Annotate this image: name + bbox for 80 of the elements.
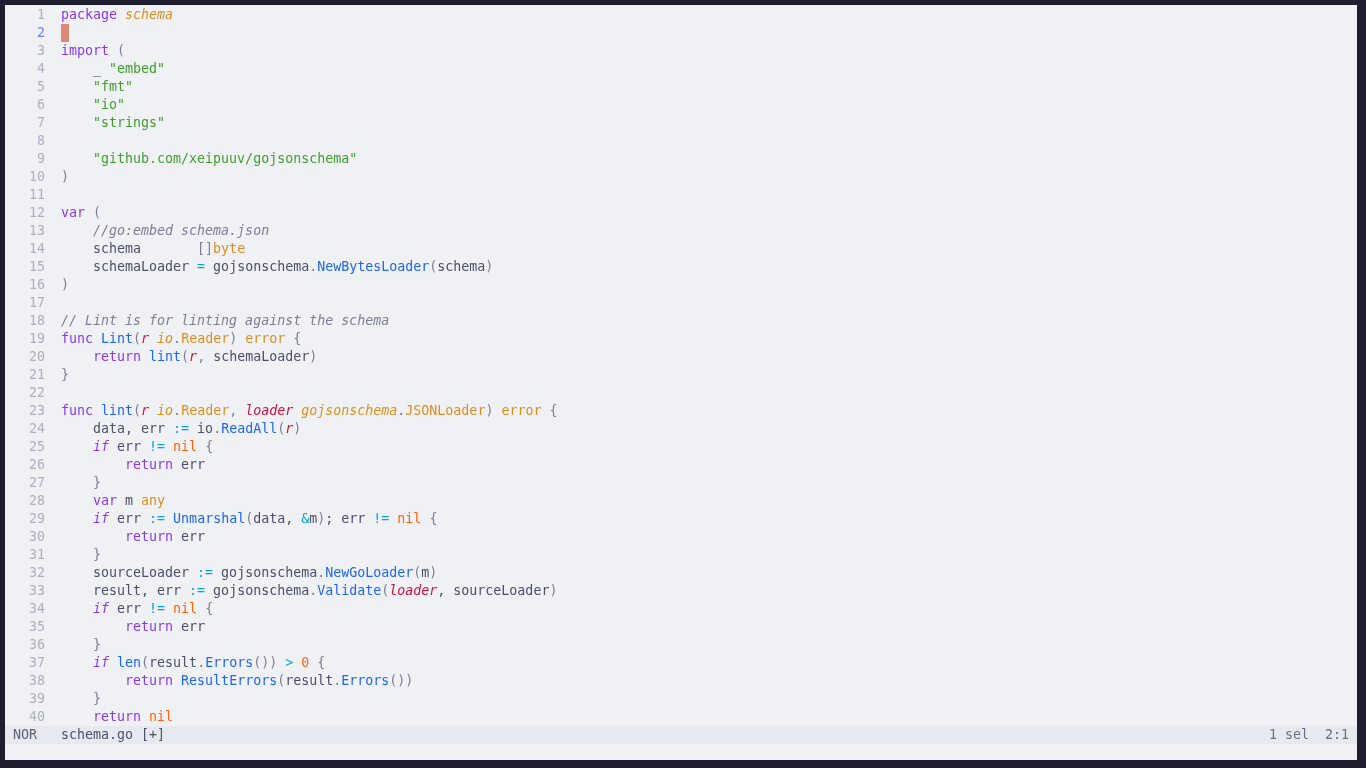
line-number: 18 (28, 312, 45, 330)
code-line: } (92, 636, 102, 654)
line-number: 19 (28, 330, 45, 348)
line-number: 2 (36, 24, 45, 42)
selection-count: 1 sel (1268, 726, 1309, 744)
line-number: 38 (28, 672, 45, 690)
line-number: 22 (28, 384, 45, 402)
line-number: 21 (28, 366, 45, 384)
code-line: "strings" (92, 114, 166, 132)
code-line: } (92, 546, 102, 564)
line-number: 8 (36, 132, 45, 150)
line-number: 27 (28, 474, 45, 492)
line-number: 15 (28, 258, 45, 276)
code-line: func lint(r io.Reader, loader gojsonschema.JSONLoader) error { (61, 402, 558, 420)
code-line: if err != nil { (92, 438, 214, 456)
code-line: return ResultErrors(result.Errors()) (124, 672, 414, 690)
code-line: package schema (61, 6, 174, 24)
line-number: 32 (28, 564, 45, 582)
line-number: 16 (28, 276, 45, 294)
code-line: if err != nil { (92, 600, 214, 618)
file-name: schema.go (61, 726, 134, 744)
line-number: 34 (28, 600, 45, 618)
line-number: 26 (28, 456, 45, 474)
code-line: var ( (61, 204, 102, 222)
code-line: } (61, 366, 69, 384)
code-line: return lint(r, schemaLoader) (92, 348, 318, 366)
line-number: 5 (36, 78, 45, 96)
cursor-position: 2:1 (1324, 726, 1349, 744)
line-number: 1 (36, 6, 45, 24)
code-line: sourceLoader := gojsonschema.NewGoLoader(m) (92, 564, 438, 582)
code-line: if len(result.Errors()) > 0 { (92, 654, 326, 672)
line-number: 39 (28, 690, 45, 708)
code-line: _ "embed" (92, 60, 166, 78)
line-number: 3 (36, 42, 45, 60)
line-number: 20 (28, 348, 45, 366)
code-line: import ( (61, 42, 126, 60)
line-number: 35 (28, 618, 45, 636)
code-line: } (92, 474, 102, 492)
line-number: 23 (28, 402, 45, 420)
line-number: 30 (28, 528, 45, 546)
line-number: 24 (28, 420, 45, 438)
code-line: "io" (92, 96, 126, 114)
modified-label: [+] (141, 726, 166, 744)
line-number: 9 (36, 150, 45, 168)
code-line: var m any (92, 492, 166, 510)
line-number: 29 (28, 510, 45, 528)
code-line: "fmt" (92, 78, 134, 96)
code-line: } (92, 690, 102, 708)
line-number: 40 (28, 708, 45, 726)
code-line: return err (124, 618, 206, 636)
code-line: schema []byte (92, 240, 246, 258)
line-number: 7 (36, 114, 45, 132)
code-line: return err (124, 456, 206, 474)
line-number: 28 (28, 492, 45, 510)
line-number: 11 (28, 186, 45, 204)
line-number: 25 (28, 438, 45, 456)
code-line: schemaLoader = gojsonschema.NewBytesLoader(schema) (92, 258, 494, 276)
code-line: return err (124, 528, 206, 546)
code-line: data, err := io.ReadAll(r) (92, 420, 302, 438)
code-line: "github.com/xeipuuv/gojsonschema" (92, 150, 358, 168)
line-number: 37 (28, 654, 45, 672)
code-line: result, err := gojsonschema.Validate(loader, sourceLoader) (92, 582, 558, 600)
mode-indicator: NOR (13, 726, 39, 744)
line-number: 13 (28, 222, 45, 240)
code-line: ) (61, 168, 69, 186)
code-line: if err := Unmarshal(data, &m); err != nil { (92, 510, 438, 528)
line-number: 6 (36, 96, 45, 114)
line-number: 4 (36, 60, 45, 78)
code-line: //go:embed schema.json (92, 222, 270, 240)
line-number: 10 (28, 168, 45, 186)
line-number: 12 (28, 204, 45, 222)
line-number: 17 (28, 294, 45, 312)
line-number: 36 (28, 636, 45, 654)
line-number: 31 (28, 546, 45, 564)
code-line: func Lint(r io.Reader) error { (61, 330, 302, 348)
line-number: 14 (28, 240, 45, 258)
line-number: 33 (28, 582, 45, 600)
code-line: ) (61, 276, 69, 294)
code-line: return nil (92, 708, 174, 726)
code-line: // Lint is for linting against the schema (61, 312, 390, 330)
